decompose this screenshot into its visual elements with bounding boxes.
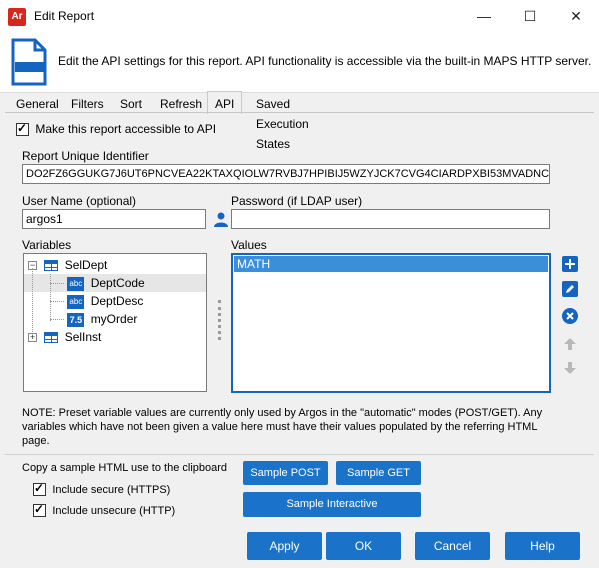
tree-node-label: SelInst (64, 330, 102, 344)
tree-node-deptdesc[interactable]: abc DeptDesc (24, 292, 143, 310)
help-button[interactable]: Help (505, 532, 580, 560)
header-description: Edit the API settings for this report. A… (58, 54, 592, 68)
expand-icon[interactable]: + (28, 333, 37, 343)
cancel-button[interactable]: Cancel (415, 532, 490, 560)
maximize-button[interactable]: ☐ (507, 0, 553, 33)
checkbox-checked-icon[interactable] (33, 481, 46, 497)
edit-value-icon[interactable] (561, 281, 579, 299)
include-unsecure-checkbox[interactable]: Include unsecure (HTTP) (33, 502, 176, 518)
uid-label: Report Unique Identifier (22, 149, 149, 163)
api-accessible-label: Make this report accessible to API (35, 122, 217, 136)
values-list[interactable]: MATH (231, 253, 551, 393)
checkbox-checked-icon[interactable] (16, 121, 29, 137)
tree-node-label: DeptCode (90, 276, 145, 290)
app-logo-icon: Ar (8, 8, 26, 26)
header-banner: Edit the API settings for this report. A… (0, 33, 599, 93)
checkbox-checked-icon[interactable] (33, 502, 46, 518)
values-label: Values (231, 238, 267, 252)
move-down-icon[interactable] (561, 360, 579, 378)
variables-tree[interactable]: − SelDept abc DeptCode abc DeptDesc 7.5 … (23, 253, 207, 392)
apply-button[interactable]: Apply (247, 532, 322, 560)
include-unsecure-label: Include unsecure (HTTP) (52, 505, 176, 517)
tree-node-label: myOrder (90, 312, 138, 326)
splitter-handle[interactable] (218, 300, 221, 340)
include-secure-checkbox[interactable]: Include secure (HTTPS) (33, 481, 171, 497)
copy-sample-label: Copy a sample HTML use to the clipboard (22, 462, 228, 474)
username-field[interactable]: argos1 (22, 209, 206, 229)
text-type-icon: abc (67, 276, 85, 291)
tab-saved-execution-states[interactable]: Saved Execution States (248, 93, 317, 151)
tree-line (50, 301, 64, 302)
tree-node-myorder[interactable]: 7.5 myOrder (24, 310, 137, 328)
tab-filters[interactable]: Filters (63, 93, 112, 113)
number-type-icon: 7.5 (67, 312, 85, 327)
window-title: Edit Report (34, 9, 95, 23)
tab-api[interactable]: API (207, 91, 243, 114)
tree-line (50, 274, 51, 321)
minimize-button[interactable]: — (461, 0, 507, 33)
tree-line (50, 283, 64, 284)
username-label: User Name (optional) (22, 194, 137, 208)
tab-general[interactable]: General (8, 93, 67, 113)
title-bar: Ar Edit Report — ☐ ✕ (0, 0, 599, 33)
password-field[interactable] (231, 209, 550, 229)
document-icon (11, 38, 47, 89)
text-type-icon: abc (67, 294, 85, 309)
tree-node-selinst[interactable]: + SelInst (28, 328, 101, 346)
table-icon (44, 260, 59, 272)
tree-node-seldept[interactable]: − SelDept (28, 256, 107, 274)
tab-refresh[interactable]: Refresh (152, 93, 210, 113)
api-accessible-checkbox[interactable]: Make this report accessible to API (16, 121, 217, 137)
table-icon (44, 332, 59, 344)
sample-post-button[interactable]: Sample POST (243, 461, 328, 485)
password-label: Password (if LDAP user) (231, 194, 363, 208)
sample-get-button[interactable]: Sample GET (336, 461, 421, 485)
ok-button[interactable]: OK (326, 532, 401, 560)
user-icon (213, 211, 229, 230)
note-text: NOTE: Preset variable values are current… (22, 407, 543, 447)
move-up-icon[interactable] (561, 336, 579, 354)
value-item[interactable]: MATH (234, 256, 548, 272)
divider (5, 454, 594, 455)
include-secure-label: Include secure (HTTPS) (52, 484, 171, 496)
delete-value-icon[interactable] (561, 308, 579, 326)
add-value-icon[interactable] (561, 256, 579, 274)
tree-node-label: SelDept (64, 258, 108, 272)
variables-label: Variables (22, 238, 72, 252)
tree-line (32, 268, 33, 332)
sample-interactive-button[interactable]: Sample Interactive (243, 492, 421, 517)
tab-sort[interactable]: Sort (112, 93, 150, 113)
close-button[interactable]: ✕ (553, 0, 599, 33)
tree-line (50, 319, 64, 320)
tree-node-label: DeptDesc (90, 294, 144, 308)
uid-field[interactable]: DO2FZ6GGUKG7J6UT6PNCVEA22KTAXQIOLW7RVBJ7… (22, 164, 550, 184)
